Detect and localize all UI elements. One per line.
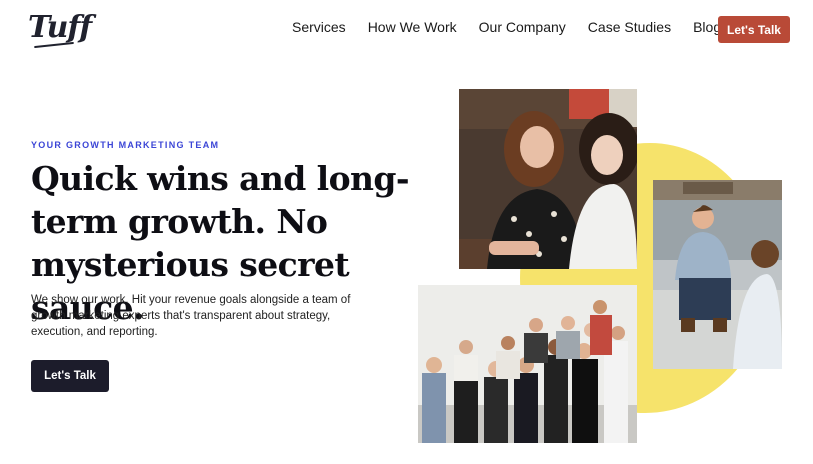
nav-link-our-company[interactable]: Our Company xyxy=(479,19,566,35)
nav-link-blog[interactable]: Blog xyxy=(693,19,721,35)
lets-talk-nav-button[interactable]: Let's Talk xyxy=(718,16,790,43)
nav-link-how-we-work[interactable]: How We Work xyxy=(368,19,457,35)
hero-subcopy: We show our work. Hit your revenue goals… xyxy=(31,294,351,338)
lets-talk-hero-button[interactable]: Let's Talk xyxy=(31,360,109,392)
nav-link-case-studies[interactable]: Case Studies xyxy=(588,19,671,35)
hero-eyebrow: YOUR GROWTH MARKETING TEAM xyxy=(31,140,220,150)
team-photo-two-women xyxy=(459,89,637,269)
main-nav: Services How We Work Our Company Case St… xyxy=(292,19,743,35)
team-photo-group xyxy=(418,285,637,443)
team-photo-office-meeting xyxy=(653,180,782,369)
tuff-logo[interactable]: Tuff xyxy=(28,10,92,49)
logo-text: Tuff xyxy=(28,10,92,45)
nav-link-services[interactable]: Services xyxy=(292,19,346,35)
top-navigation: Tuff Services How We Work Our Company Ca… xyxy=(0,0,813,60)
